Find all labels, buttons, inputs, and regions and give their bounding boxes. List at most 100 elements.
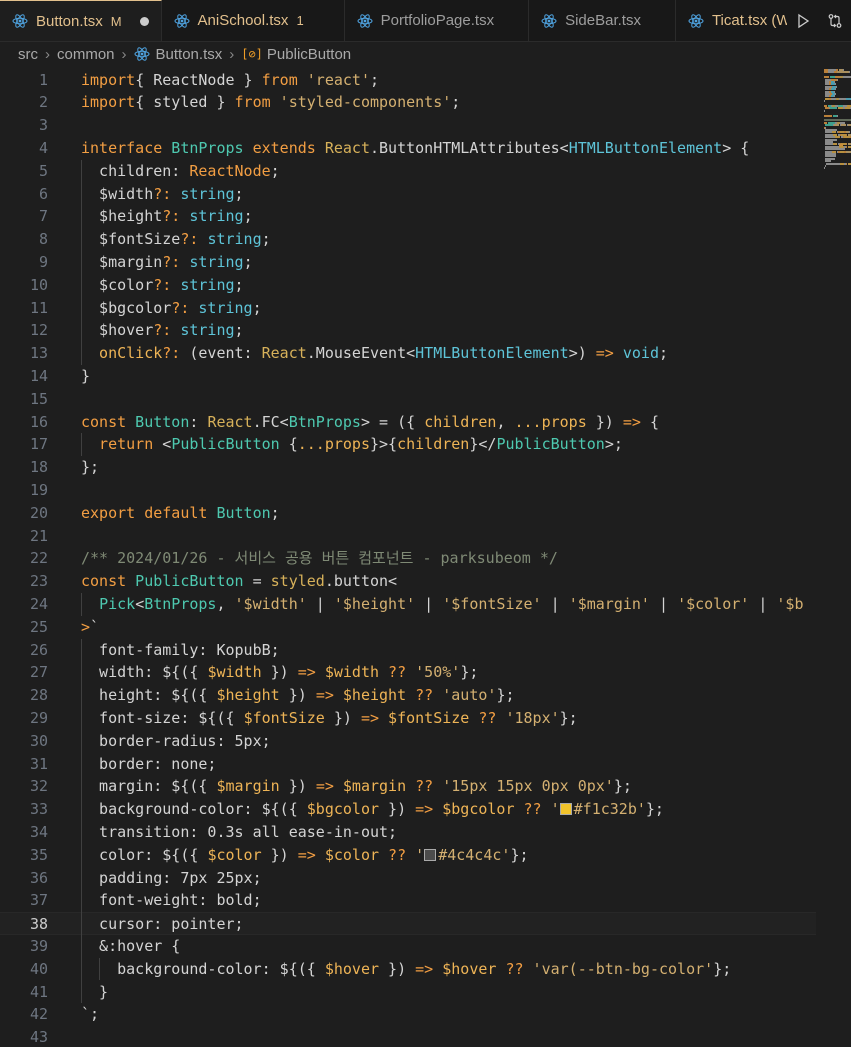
code-line[interactable]: 20 export default Button;	[0, 502, 816, 525]
code-token: 'styled-components'	[270, 93, 452, 112]
tab-portfoliopage-tsx[interactable]: PortfolioPage.tsx	[345, 0, 530, 41]
minimap-token	[837, 71, 849, 74]
code-line[interactable]: 21	[0, 525, 816, 548]
code-line[interactable]: 1 import{ ReactNode } from 'react';	[0, 69, 816, 92]
code-line[interactable]: 5 children: ReactNode;	[0, 160, 816, 183]
code-line[interactable]: 13 onClick?: (event: React.MouseEvent<HT…	[0, 342, 816, 365]
minimap-token	[839, 97, 847, 100]
code-text: export default Button;	[81, 502, 280, 525]
code-token: ;	[261, 230, 271, 249]
code-line[interactable]: 10 $color?: string;	[0, 274, 816, 297]
line-number: 19	[29, 480, 48, 499]
code-token: string	[180, 184, 235, 203]
code-line[interactable]: 32 margin: ${({ $margin }) => $margin ??…	[0, 775, 816, 798]
code-line[interactable]: 4 interface BtnProps extends React.Button…	[0, 137, 816, 160]
minimap-token	[840, 162, 844, 165]
code-token: string	[198, 298, 253, 317]
code-line[interactable]: 42 `;	[0, 1003, 816, 1026]
chevron-right-icon: ›	[121, 45, 127, 63]
code-line[interactable]: 33 background-color: ${({ $bgcolor }) =>…	[0, 798, 816, 821]
tab-button-tsx[interactable]: Button.tsx M	[0, 0, 162, 41]
code-line[interactable]: 37 font-weight: bold;	[0, 889, 816, 912]
breadcrumb-src[interactable]: src	[18, 46, 38, 63]
code-token: |	[749, 594, 777, 613]
code-token: $width	[81, 184, 154, 203]
code-token: ...props	[514, 412, 587, 431]
code-line[interactable]: 30 border-radius: 5px;	[0, 730, 816, 753]
code-line[interactable]: 41 }	[0, 981, 816, 1004]
code-line[interactable]: 23 const PublicButton = styled.button<	[0, 570, 816, 593]
code-token: ;	[243, 207, 253, 226]
code-token: React	[315, 138, 370, 157]
code-line[interactable]: 39 &:hover {	[0, 935, 816, 958]
tab-sidebar-tsx[interactable]: SideBar.tsx	[529, 0, 676, 41]
code-line[interactable]: 43	[0, 1026, 816, 1047]
code-text: border: none;	[81, 753, 216, 776]
unsaved-dot-icon[interactable]	[139, 16, 149, 26]
code-token: 'var(--btn-bg-color'	[523, 959, 714, 978]
line-number: 2	[38, 93, 48, 112]
minimap-token	[840, 150, 844, 153]
code-line[interactable]: 12 $hover?: string;	[0, 319, 816, 342]
code-line[interactable]: 26 font-family: KopubB;	[0, 639, 816, 662]
git-compare-icon[interactable]	[827, 13, 843, 29]
code-token: ?:	[153, 184, 181, 203]
code-line[interactable]: 17 return <PublicButton {...props}>{chil…	[0, 433, 816, 456]
code-text: &:hover {	[81, 935, 180, 958]
code-line[interactable]: 16 const Button: React.FC<BtnProps> = ({ …	[0, 411, 816, 434]
breadcrumb-common[interactable]: common	[57, 46, 115, 63]
code-token: })	[324, 708, 361, 727]
breadcrumb-symbol[interactable]: PublicButton	[267, 46, 351, 63]
color-swatch-icon[interactable]	[559, 803, 572, 816]
code-token: ??	[514, 800, 542, 819]
code-line[interactable]: 40 background-color: ${({ $hover }) => $…	[0, 958, 816, 981]
code-token: $bgcolor	[81, 298, 172, 317]
code-token: { ReactNode }	[135, 70, 262, 89]
breadcrumb-file[interactable]: Button.tsx	[156, 46, 223, 63]
code-line[interactable]: 18};	[0, 456, 816, 479]
minimap-token	[824, 114, 828, 117]
code-line[interactable]: 11 $bgcolor?: string;	[0, 297, 816, 320]
line-number: 29	[29, 708, 48, 727]
code-line[interactable]: 28 height: ${({ $height }) => $height ??…	[0, 684, 816, 707]
code-line[interactable]: 15	[0, 388, 816, 411]
minimap[interactable]	[816, 67, 851, 1047]
code-line[interactable]: 27 width: ${({ $width }) => $width ?? '5…	[0, 661, 816, 684]
code-line[interactable]: 9 $margin?: string;	[0, 251, 816, 274]
color-swatch-icon[interactable]	[424, 848, 437, 861]
code-line[interactable]: 22 /** 2024/01/26 - 서비스 공용 버튼 컴포넌트 - park…	[0, 547, 816, 570]
code-editor[interactable]: 1 import{ ReactNode } from 'react'; 2 impor…	[0, 67, 816, 1047]
code-line[interactable]: 7 $height?: string;	[0, 205, 816, 228]
line-number: 28	[29, 686, 48, 705]
code-token: }>{	[370, 435, 398, 454]
code-line[interactable]: 35 color: ${({ $color }) => $color ?? ' #…	[0, 844, 816, 867]
code-line[interactable]: 31 border: none;	[0, 753, 816, 776]
tab-anischool-tsx[interactable]: AniSchool.tsx 1	[162, 0, 345, 41]
run-icon[interactable]	[795, 13, 811, 29]
code-line[interactable]: 25 >`	[0, 616, 816, 639]
line-number: 18	[29, 458, 48, 477]
code-token: };	[496, 686, 515, 705]
code-token: .MouseEvent<	[306, 344, 416, 363]
tab-ticat-tsx[interactable]: Ticat.tsx (W	[676, 0, 804, 41]
minimap-token	[824, 109, 826, 112]
code-line[interactable]: 38 cursor: pointer;	[0, 912, 816, 935]
code-line[interactable]: 19	[0, 479, 816, 502]
code-line[interactable]: 6 $width?: string;	[0, 183, 816, 206]
code-line[interactable]: 3	[0, 114, 816, 137]
line-number: 42	[29, 1005, 48, 1024]
code-line[interactable]: 36 padding: 7px 25px;	[0, 867, 816, 890]
code-token: ;	[659, 344, 669, 363]
code-token: '18px'	[496, 708, 560, 727]
line-number: 37	[29, 891, 48, 910]
minimap-token	[826, 162, 841, 165]
line-number: 43	[29, 1028, 48, 1047]
code-line[interactable]: 14}	[0, 365, 816, 388]
code-token: ;	[270, 503, 280, 522]
code-line[interactable]: 34 transition: 0.3s all ease-in-out;	[0, 821, 816, 844]
code-line[interactable]: 2 import{ styled } from 'styled-component…	[0, 91, 816, 114]
code-line[interactable]: 29 font-size: ${({ $fontSize }) => $font…	[0, 707, 816, 730]
code-line[interactable]: 24 Pick<BtnProps, '$width' | '$height' |…	[0, 593, 816, 616]
code-line[interactable]: 8 $fontSize?: string;	[0, 228, 816, 251]
code-token: 'react'	[297, 70, 370, 89]
